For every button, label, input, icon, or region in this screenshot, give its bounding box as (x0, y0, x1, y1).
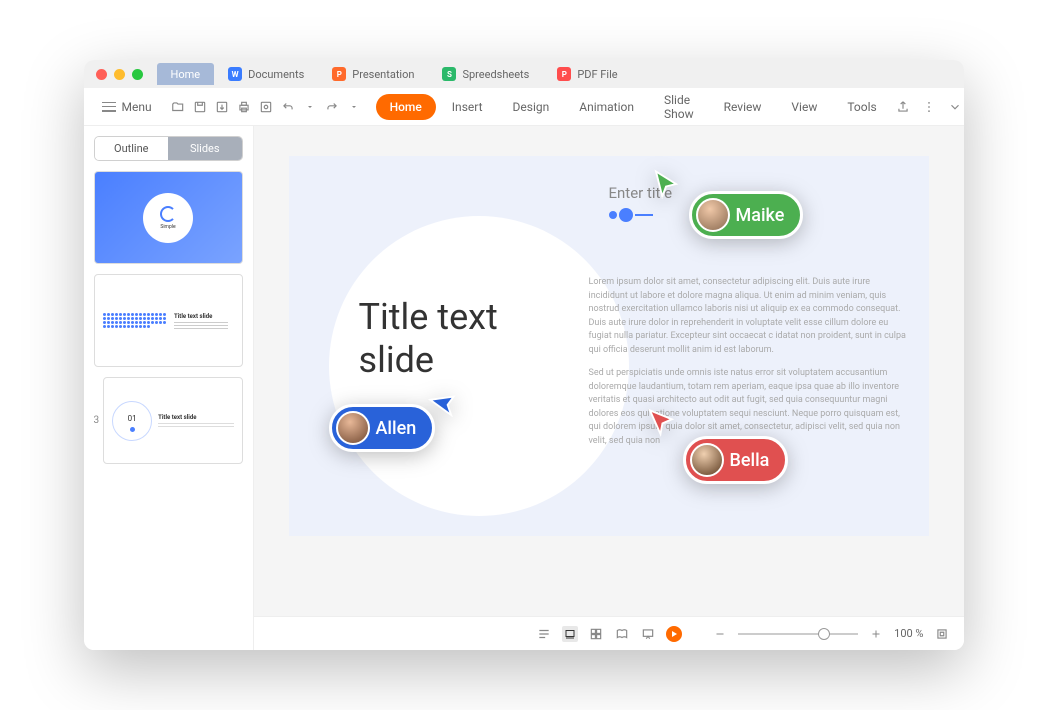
redo-dropdown-icon[interactable] (346, 99, 362, 115)
body-para-1: Lorem ipsum dolor sit amet, consectetur … (589, 276, 909, 357)
sorter-view-icon[interactable] (588, 626, 604, 642)
dots-graphic (103, 283, 169, 358)
thumb3-index: 3 (94, 415, 100, 426)
window-controls (96, 69, 143, 80)
close-window-button[interactable] (96, 69, 107, 80)
toolbar-right (895, 99, 963, 115)
tab-documents[interactable]: W Documents (214, 63, 318, 85)
preview-icon[interactable] (258, 99, 274, 115)
fit-screen-icon[interactable] (934, 626, 950, 642)
tab-home[interactable]: Home (157, 63, 215, 85)
outline-toggle[interactable]: Outline (95, 137, 169, 160)
maximize-window-button[interactable] (132, 69, 143, 80)
canvas-area: Title textslide Enter title Lorem ipsum … (254, 126, 964, 650)
quick-tools (170, 99, 362, 115)
save-icon[interactable] (192, 99, 208, 115)
collaborator-name-maike: Maike (736, 205, 785, 226)
tab-home-label: Home (171, 68, 201, 81)
pdf-icon: P (557, 67, 571, 81)
enter-title-placeholder[interactable]: Enter title (609, 184, 673, 202)
export-icon[interactable] (214, 99, 230, 115)
titlebar: Home W Documents P Presentation S Spreedshe… (84, 60, 964, 88)
word-icon: W (228, 67, 242, 81)
tab-documents-label: Documents (248, 68, 304, 81)
body-text[interactable]: Lorem ipsum dolor sit amet, consectetur … (589, 276, 909, 458)
open-icon[interactable] (170, 99, 186, 115)
zoom-level: 100 % (894, 627, 923, 640)
slide-title[interactable]: Title textslide (359, 296, 498, 382)
body-para-2: Sed ut perspiciatis unde omnis iste natu… (589, 367, 909, 448)
view-toggle: Outline Slides (94, 136, 243, 161)
thumb3-title: Title text slide (158, 414, 233, 421)
decoration-dots (609, 208, 653, 222)
ribbon-animation[interactable]: Animation (565, 94, 648, 120)
tab-pdf-label: PDF File (577, 68, 617, 81)
zoom-knob[interactable] (818, 628, 830, 640)
app-window: Home W Documents P Presentation S Spreedshe… (84, 60, 964, 650)
document-tabs: Home W Documents P Presentation S Spreedshe… (157, 63, 632, 85)
collaborator-cursor-maike: Maike (669, 191, 804, 239)
minimize-window-button[interactable] (114, 69, 125, 80)
menu-label: Menu (122, 100, 152, 114)
ribbon-review[interactable]: Review (710, 94, 776, 120)
collapse-icon[interactable] (947, 99, 963, 115)
zoom-in-button[interactable] (868, 626, 884, 642)
tab-spreadsheets[interactable]: S Spreedsheets (428, 63, 543, 85)
ribbon-home[interactable]: Home (376, 94, 436, 120)
normal-view-icon[interactable] (562, 626, 578, 642)
play-slideshow-button[interactable] (666, 626, 682, 642)
main-area: Outline Slides Simple Title text slide 3… (84, 126, 964, 650)
thumb2-title: Title text slide (174, 313, 234, 320)
more-icon[interactable] (921, 99, 937, 115)
toolbar: Menu Home Insert Design Animation Slide … (84, 88, 964, 126)
presenter-view-icon[interactable] (640, 626, 656, 642)
notes-view-icon[interactable] (536, 626, 552, 642)
undo-icon[interactable] (280, 99, 296, 115)
slide-canvas[interactable]: Title textslide Enter title Lorem ipsum … (289, 156, 929, 536)
thumb1-label: Simple (160, 224, 175, 230)
tab-presentation[interactable]: P Presentation (318, 63, 428, 85)
ribbon-tabs: Home Insert Design Animation Slide Show … (376, 87, 891, 127)
statusbar: 100 % (254, 616, 964, 650)
ribbon-slideshow[interactable]: Slide Show (650, 87, 708, 127)
reading-view-icon[interactable] (614, 626, 630, 642)
redo-icon[interactable] (324, 99, 340, 115)
slide-thumb-1[interactable]: Simple (94, 171, 243, 264)
slide-thumb-2[interactable]: Title text slide (94, 274, 243, 367)
avatar-maike (696, 198, 730, 232)
sidebar: Outline Slides Simple Title text slide 3… (84, 126, 254, 650)
slides-toggle[interactable]: Slides (168, 137, 242, 160)
spreadsheet-icon: S (442, 67, 456, 81)
logo-icon (160, 206, 176, 222)
slide-thumb-3[interactable]: 01 Title text slide (103, 377, 242, 464)
undo-dropdown-icon[interactable] (302, 99, 318, 115)
ribbon-design[interactable]: Design (499, 94, 564, 120)
share-icon[interactable] (895, 99, 911, 115)
ribbon-tools[interactable]: Tools (833, 94, 890, 120)
tab-spreadsheets-label: Spreedsheets (462, 68, 529, 81)
zoom-out-button[interactable] (712, 626, 728, 642)
presentation-icon: P (332, 67, 346, 81)
print-icon[interactable] (236, 99, 252, 115)
ribbon-insert[interactable]: Insert (438, 94, 497, 120)
tab-presentation-label: Presentation (352, 68, 414, 81)
thumb3-num: 01 (128, 414, 137, 423)
hamburger-icon (102, 102, 116, 112)
zoom-slider[interactable] (738, 633, 858, 635)
ribbon-view[interactable]: View (777, 94, 831, 120)
menu-button[interactable]: Menu (94, 96, 160, 118)
tab-pdf[interactable]: P PDF File (543, 63, 631, 85)
